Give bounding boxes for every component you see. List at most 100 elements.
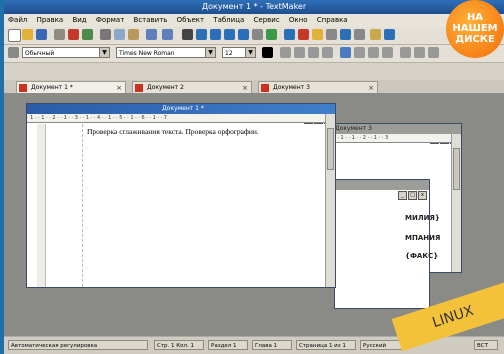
paste-icon[interactable] — [128, 29, 139, 40]
document-icon — [135, 84, 143, 92]
style-select-value: Обычный — [25, 50, 55, 57]
menu-format[interactable]: Формат — [96, 16, 124, 24]
scroll-thumb[interactable] — [327, 128, 334, 170]
badge-line-1: НА — [466, 12, 484, 23]
save-icon[interactable] — [36, 29, 47, 40]
tab-document-1[interactable]: Документ 1 * × — [16, 81, 126, 93]
window-title: Документ 1 * - TextMaker — [201, 2, 307, 11]
justify-icon[interactable] — [382, 47, 393, 58]
badge-line-3: ДИСКЕ — [455, 34, 495, 45]
image-icon[interactable] — [284, 29, 295, 40]
tab-document-2[interactable]: Документ 2 × — [132, 81, 252, 93]
font-color-icon[interactable] — [262, 47, 273, 58]
app-window: Документ 1 * - TextMaker Файл Правка Вид… — [4, 0, 504, 354]
menu-window[interactable]: Окно — [289, 16, 308, 24]
horizontal-ruler[interactable]: · 1 · · 1 · · 2 · · 1 · · 3 · · 1 · · 4 … — [27, 114, 325, 123]
linux-banner-text: LINUX — [430, 302, 476, 332]
field-icon[interactable] — [340, 29, 351, 40]
check-icon[interactable] — [266, 29, 277, 40]
font-size-value: 12 — [225, 50, 233, 57]
horizontal-ruler[interactable]: · · · 1 · · 1 · · 2 · · 1 · · 3 — [331, 134, 451, 143]
bullets-icon[interactable] — [400, 47, 411, 58]
document-1-title: Документ 1 * — [27, 104, 335, 114]
columns-icon[interactable] — [210, 29, 221, 40]
status-chapter: Глава 1 — [252, 340, 292, 350]
paragraph-style-icon[interactable] — [8, 47, 19, 58]
tab-document-1-label: Документ 1 * — [31, 84, 73, 91]
undo-icon[interactable] — [146, 29, 157, 40]
menu-file[interactable]: Файл — [8, 16, 27, 24]
menu-edit[interactable]: Правка — [37, 16, 64, 24]
chevron-down-icon[interactable]: ▼ — [205, 48, 215, 57]
vertical-scrollbar[interactable] — [451, 134, 461, 272]
formula-icon[interactable] — [326, 29, 337, 40]
close-icon[interactable]: x — [418, 191, 427, 200]
margin-guide — [82, 124, 83, 287]
copy-icon[interactable] — [114, 29, 125, 40]
status-insert-mode[interactable]: ВСТ — [474, 340, 498, 350]
underline-icon[interactable] — [308, 47, 319, 58]
tab-document-2-label: Документ 2 — [147, 84, 184, 91]
spell-check-icon[interactable] — [82, 29, 93, 40]
field-fragment-surname: МИЛИЯ} — [405, 214, 440, 222]
drawing-icon[interactable] — [298, 29, 309, 40]
align-left-icon[interactable] — [340, 47, 351, 58]
object-icon[interactable] — [354, 29, 365, 40]
menu-object[interactable]: Объект — [177, 16, 204, 24]
menu-bar: Файл Правка Вид Формат Вставить Объект Т… — [4, 14, 504, 27]
standard-toolbar — [4, 27, 504, 45]
open-folder-icon[interactable] — [22, 29, 33, 40]
chevron-down-icon[interactable]: ▼ — [99, 48, 109, 57]
tab-document-3[interactable]: Документ 3 × — [258, 81, 378, 93]
align-center-icon[interactable] — [354, 47, 365, 58]
font-select[interactable]: Times New Roman ▼ — [116, 47, 216, 58]
web-icon[interactable] — [384, 29, 395, 40]
disk-badge: НА НАШЕМ ДИСКЕ — [446, 0, 504, 58]
align-right-icon[interactable] — [368, 47, 379, 58]
menu-table[interactable]: Таблица — [213, 16, 244, 24]
menu-view[interactable]: Вид — [72, 16, 86, 24]
minimize-icon[interactable]: _ — [398, 191, 407, 200]
cut-icon[interactable] — [100, 29, 111, 40]
new-document-icon[interactable] — [8, 29, 21, 42]
zoom-icon[interactable] — [252, 29, 263, 40]
highlight-icon[interactable] — [312, 29, 323, 40]
numbering-icon[interactable] — [414, 47, 425, 58]
chevron-down-icon[interactable]: ▼ — [245, 48, 255, 57]
status-hint: Автоматическая регулировка — [8, 340, 148, 350]
font-select-value: Times New Roman — [119, 50, 175, 57]
document-tabs: Документ 1 * × Документ 2 × Документ 3 × — [4, 80, 504, 93]
tab-document-3-label: Документ 3 — [273, 84, 310, 91]
print-icon[interactable] — [54, 29, 65, 40]
menu-insert[interactable]: Вставить — [134, 16, 168, 24]
export-pdf-icon[interactable] — [68, 29, 79, 40]
badge-line-2: НАШЕМ — [452, 23, 498, 34]
document-1-window[interactable]: Документ 1 * _□x · 1 · · 1 · · 2 · · 1 ·… — [26, 103, 336, 288]
menu-tools[interactable]: Сервис — [254, 16, 280, 24]
redo-icon[interactable] — [162, 29, 173, 40]
font-size-select[interactable]: 12 ▼ — [222, 47, 256, 58]
vertical-scrollbar[interactable] — [325, 114, 335, 287]
scroll-thumb[interactable] — [453, 148, 460, 190]
indent-icon[interactable] — [428, 47, 439, 58]
sidebar-icon[interactable] — [370, 29, 381, 40]
find-icon[interactable] — [182, 29, 193, 40]
frame-icon[interactable] — [224, 29, 235, 40]
table-icon[interactable] — [196, 29, 207, 40]
window-controls: _□x — [397, 181, 427, 200]
document-icon — [19, 84, 27, 92]
strikethrough-icon[interactable] — [322, 47, 333, 58]
vertical-ruler[interactable] — [37, 124, 46, 287]
field-fragment-fax: {ФАКС} — [405, 252, 439, 260]
document-2-window[interactable]: _ □ x МИЛИЯ} МПАНИЯ {ФАКС} — [334, 179, 440, 309]
style-select[interactable]: Обычный ▼ — [22, 47, 110, 58]
menu-help[interactable]: Справка — [317, 16, 348, 24]
mdi-workspace: Документ 3 _□x · · · 1 · · 1 · · 2 · · 1… — [4, 93, 504, 337]
document-body-text[interactable]: Проверка сглаживания текста. Проверка ор… — [87, 127, 259, 136]
maximize-icon[interactable]: □ — [408, 191, 417, 200]
status-page-column: Стр. 1 Кол. 1 — [154, 340, 204, 350]
document-icon — [261, 84, 269, 92]
bold-icon[interactable] — [280, 47, 291, 58]
italic-icon[interactable] — [294, 47, 305, 58]
chart-icon[interactable] — [238, 29, 249, 40]
